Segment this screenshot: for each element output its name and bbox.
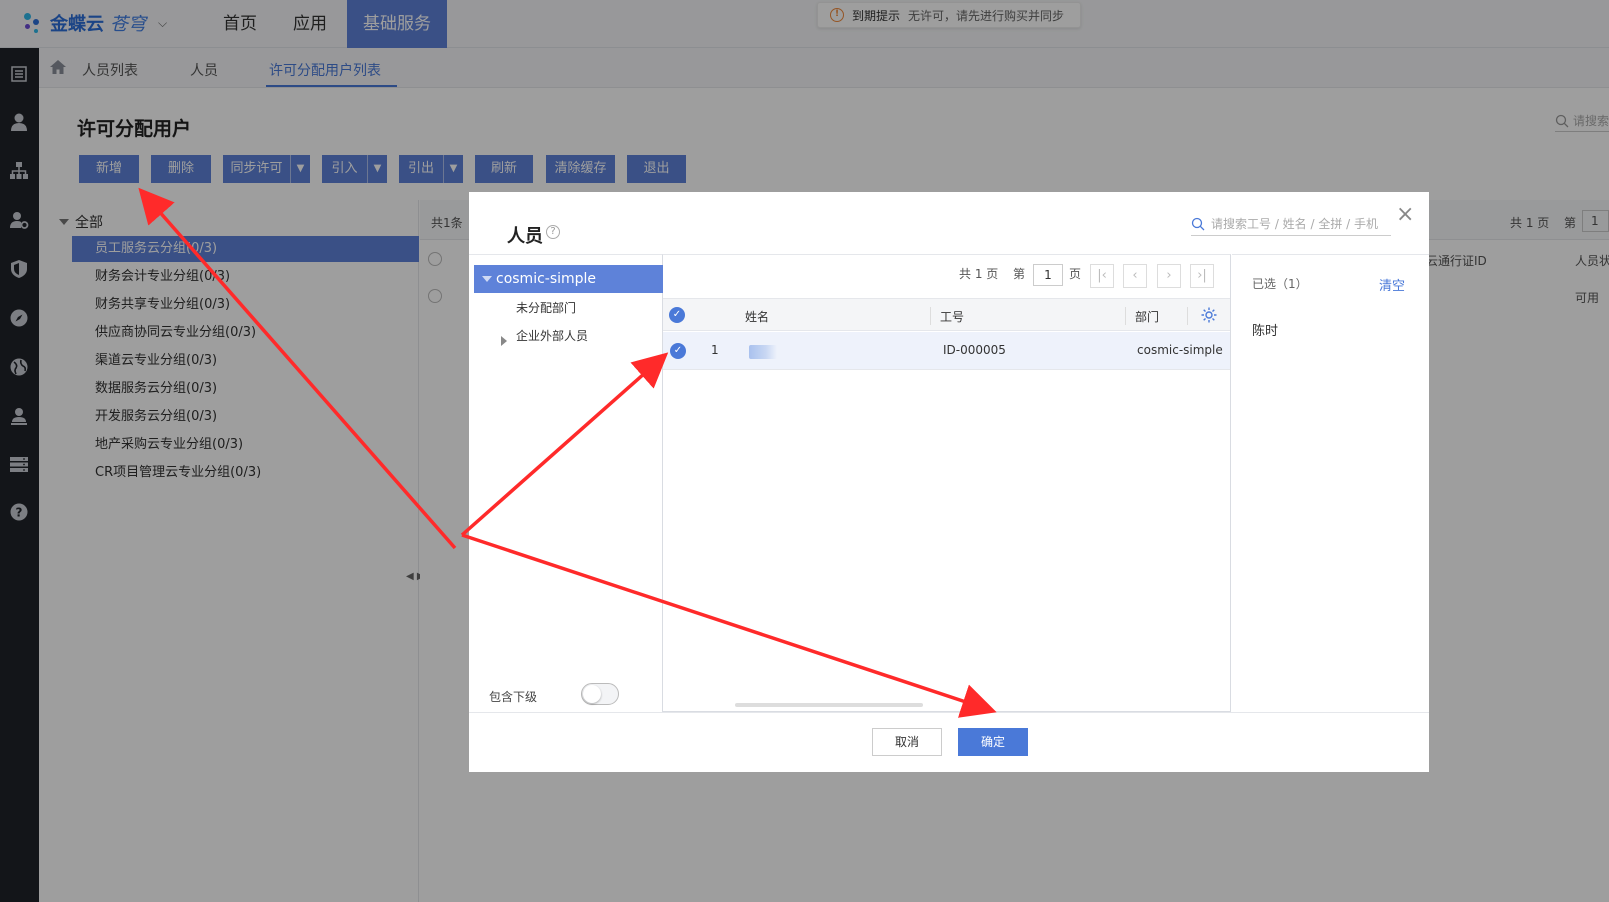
- dialog-search-input[interactable]: 请搜索工号 / 姓名 / 全拼 / 手机: [1191, 212, 1391, 236]
- col-code: 工号: [940, 310, 965, 324]
- dialog-search-placeholder: 请搜索工号 / 姓名 / 全拼 / 手机: [1211, 217, 1379, 231]
- prev-page-icon[interactable]: ‹: [1123, 264, 1147, 288]
- org-node-unassigned[interactable]: 未分配部门: [516, 299, 576, 316]
- row-code: ID-000005: [943, 343, 1006, 357]
- org-node-external[interactable]: 企业外部人员: [516, 327, 588, 344]
- select-all-check-icon[interactable]: ✓: [669, 307, 685, 323]
- row-name-redacted: [749, 345, 777, 359]
- col-divider: [1187, 307, 1188, 325]
- col-divider: [1125, 307, 1126, 325]
- col-divider: [930, 307, 931, 325]
- row-dept: cosmic-simple: [1137, 343, 1223, 357]
- person-picker-dialog: 人员 ? 请搜索工号 / 姓名 / 全拼 / 手机 × cosmic-simpl…: [469, 192, 1429, 772]
- caret-down-icon[interactable]: [482, 276, 492, 282]
- row-index: 1: [711, 343, 719, 357]
- dialog-title: 人员: [507, 226, 543, 247]
- dialog-person-grid: 共 1 页 第 1 页 |‹ ‹ › ›| ✓ 姓名 工号 部门 ✓ 1 ID-…: [663, 254, 1231, 712]
- cancel-button[interactable]: 取消: [872, 728, 942, 756]
- pager-total: 共 1 页: [959, 267, 999, 281]
- org-tree-root[interactable]: cosmic-simple: [474, 265, 663, 293]
- search-icon: [1191, 217, 1205, 230]
- confirm-button[interactable]: 确定: [958, 728, 1028, 756]
- selected-count: 已选（1）: [1252, 277, 1308, 291]
- include-sub-toggle[interactable]: [581, 683, 619, 705]
- dialog-org-tree: cosmic-simple 未分配部门 企业外部人员 包含下级: [469, 254, 663, 712]
- horizontal-scrollbar[interactable]: [735, 703, 923, 707]
- pager-page-input[interactable]: 1: [1033, 264, 1063, 286]
- gear-icon[interactable]: [1200, 306, 1218, 324]
- selected-item[interactable]: 陈时: [1252, 320, 1278, 339]
- grid-header-row: ✓ 姓名 工号 部门: [663, 298, 1230, 331]
- caret-right-icon[interactable]: [501, 336, 507, 346]
- last-page-icon[interactable]: ›|: [1190, 264, 1214, 288]
- next-page-icon[interactable]: ›: [1157, 264, 1181, 288]
- first-page-icon[interactable]: |‹: [1090, 264, 1114, 288]
- close-icon[interactable]: ×: [1396, 204, 1414, 226]
- dialog-footer: 取消 确定: [469, 712, 1429, 772]
- include-sub-label: 包含下级: [489, 690, 538, 704]
- clear-selection-link[interactable]: 清空: [1379, 275, 1405, 294]
- pager-suffix: 页: [1069, 267, 1082, 281]
- pager-prefix: 第: [1013, 267, 1026, 281]
- help-icon[interactable]: ?: [546, 225, 560, 239]
- table-row[interactable]: ✓ 1 ID-000005 cosmic-simple: [663, 332, 1230, 370]
- selected-panel: 已选（1） 清空 陈时: [1232, 254, 1429, 712]
- row-check-icon[interactable]: ✓: [670, 343, 686, 359]
- org-tree-root-label: cosmic-simple: [496, 271, 597, 287]
- col-dept: 部门: [1135, 310, 1160, 324]
- col-name: 姓名: [745, 310, 770, 324]
